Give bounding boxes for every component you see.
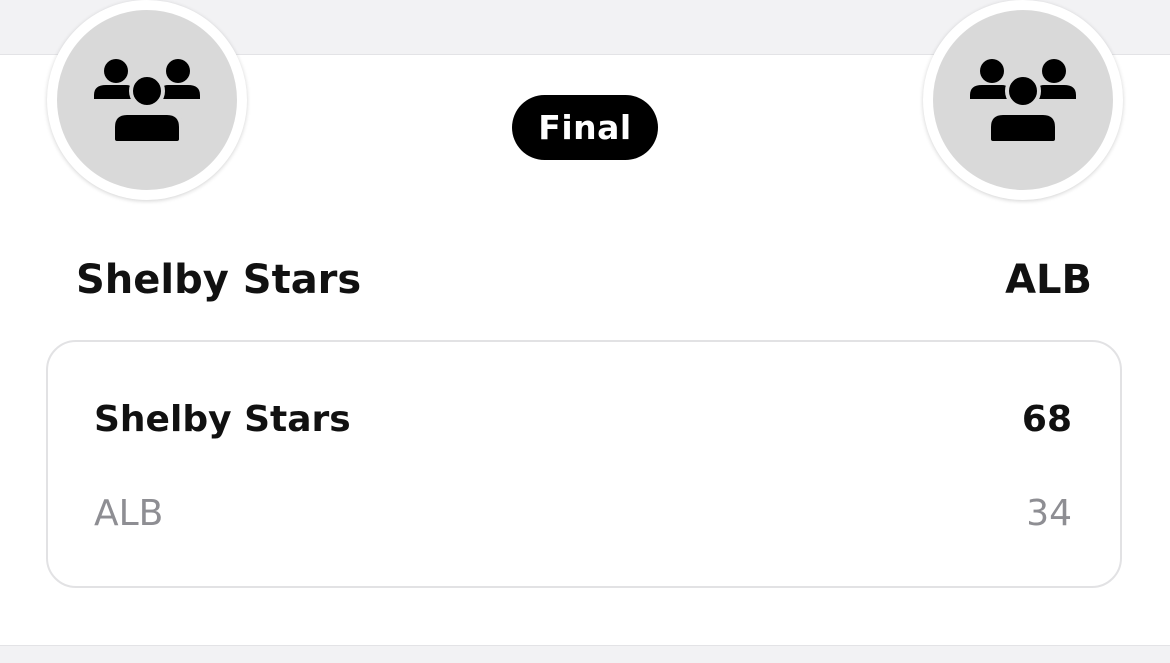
away-team-avatar[interactable] xyxy=(923,0,1123,200)
bottom-divider-strip xyxy=(0,646,1170,663)
score-row-team-name: Shelby Stars xyxy=(94,398,351,440)
scoreboard-box: Shelby Stars 68 ALB 34 xyxy=(46,340,1122,588)
home-team-name[interactable]: Shelby Stars xyxy=(76,252,361,308)
team-group-icon xyxy=(94,59,200,143)
home-team-avatar[interactable] xyxy=(47,0,247,200)
score-row-home: Shelby Stars 68 xyxy=(94,394,1072,444)
score-row-score: 34 xyxy=(1026,492,1072,534)
away-team-name[interactable]: ALB xyxy=(1005,252,1092,308)
team-group-icon xyxy=(970,59,1076,143)
score-row-away: ALB 34 xyxy=(94,488,1072,538)
score-row-score: 68 xyxy=(1021,398,1072,440)
game-status-badge: Final xyxy=(512,95,658,160)
score-row-team-name: ALB xyxy=(94,492,164,534)
